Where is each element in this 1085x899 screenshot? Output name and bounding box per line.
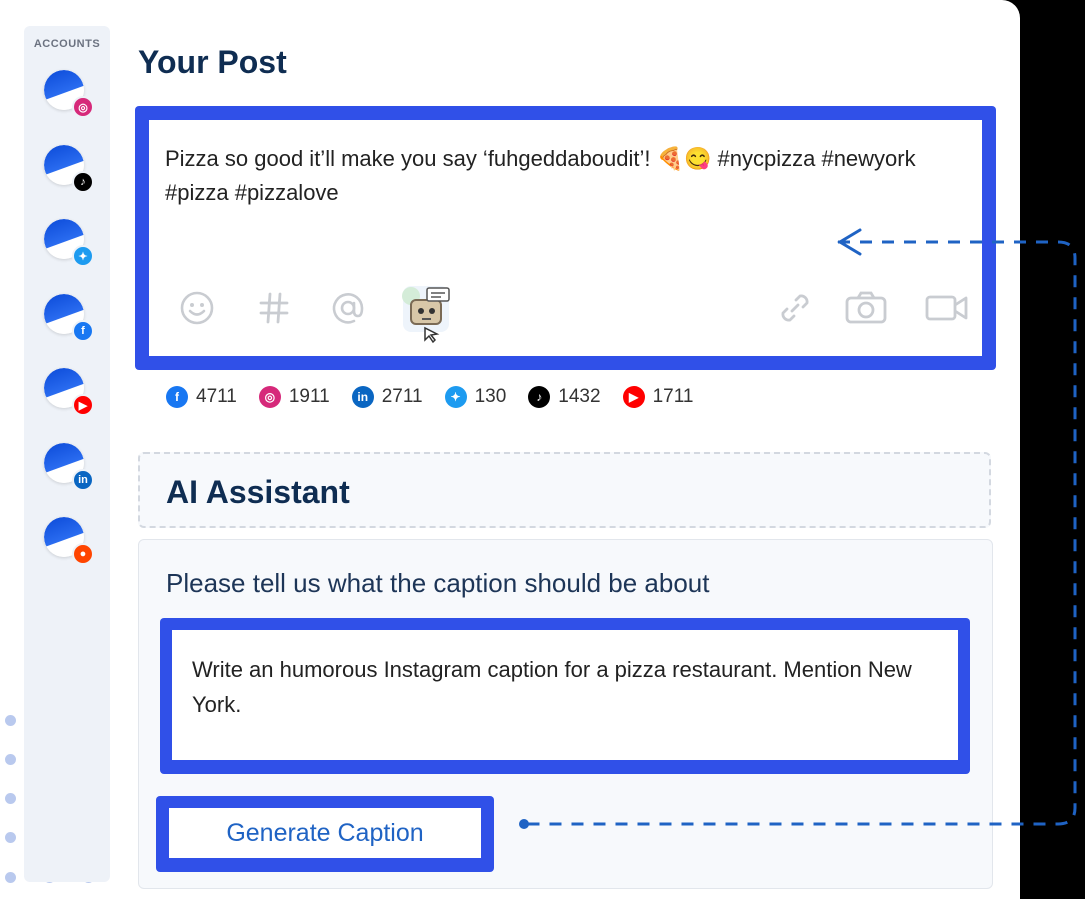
prompt-label: Please tell us what the caption should b… [166, 568, 710, 598]
reddit-icon: ● [72, 543, 94, 565]
count-youtube: ▶ 1711 [622, 386, 694, 408]
ai-robot-icon[interactable] [397, 278, 457, 344]
emoji-icon[interactable] [179, 290, 215, 326]
decorative-dot [5, 793, 16, 804]
composer-card: ACCOUNTS ◎ ♪ ✦ f ▶ in ● Your Post Pizza so goo… [0, 0, 1020, 899]
hashtag-icon[interactable] [256, 290, 292, 326]
twitter-icon: ✦ [72, 245, 94, 267]
account-tiktok[interactable]: ♪ [44, 144, 94, 193]
instagram-icon: ◎ [258, 386, 281, 408]
post-editor[interactable]: Pizza so good it’ll make you say ‘fuhged… [149, 120, 982, 356]
count-tiktok: ♪ 1432 [528, 386, 601, 408]
ai-assistant-title: AI Assistant [166, 474, 350, 510]
account-youtube[interactable]: ▶ [44, 368, 94, 416]
accounts-sidebar: ACCOUNTS ◎ ♪ ✦ f ▶ in ● [24, 26, 110, 882]
follower-counts: f 4711 ◎ 1911 in 2711 ✦ 130 ♪ 1432 ▶ 1711 [166, 384, 715, 410]
count-value: 130 [474, 386, 507, 407]
account-facebook[interactable]: f [44, 293, 94, 342]
link-icon[interactable] [777, 290, 813, 326]
decorative-dot [5, 872, 16, 883]
prompt-input[interactable]: Write an humorous Instagram caption for … [172, 630, 958, 760]
account-reddit[interactable]: ● [44, 517, 94, 565]
mention-icon[interactable] [330, 290, 366, 326]
ai-assistant-header: AI Assistant [138, 452, 991, 528]
count-value: 2711 [381, 386, 423, 407]
account-twitter[interactable]: ✦ [44, 219, 94, 267]
count-value: 1432 [558, 386, 601, 407]
linkedin-icon: in [351, 386, 374, 408]
count-value: 4711 [196, 386, 237, 407]
tiktok-icon: ♪ [528, 386, 551, 408]
decorative-dot [5, 754, 16, 765]
count-linkedin: in 2711 [351, 386, 423, 408]
facebook-icon: f [166, 386, 188, 408]
count-facebook: f 4711 [166, 386, 237, 408]
twitter-icon: ✦ [444, 386, 467, 408]
count-value: 1911 [288, 386, 330, 407]
linkedin-icon: in [72, 468, 94, 491]
account-instagram[interactable]: ◎ [44, 70, 94, 118]
camera-icon[interactable] [843, 290, 889, 326]
facebook-icon: f [72, 319, 94, 342]
generate-caption-button[interactable]: Generate Caption [156, 796, 494, 872]
count-value: 1711 [652, 386, 694, 407]
prompt-input-text[interactable]: Write an humorous Instagram caption for … [192, 652, 932, 722]
count-twitter: ✦ 130 [444, 386, 507, 408]
tiktok-icon: ♪ [72, 170, 94, 193]
youtube-icon: ▶ [72, 394, 94, 416]
post-text[interactable]: Pizza so good it’ll make you say ‘fuhged… [165, 142, 965, 210]
post-editor-frame: Pizza so good it’ll make you say ‘fuhged… [135, 106, 996, 370]
generate-caption-label[interactable]: Generate Caption [169, 808, 481, 858]
instagram-icon: ◎ [72, 96, 94, 118]
accounts-title: ACCOUNTS [33, 38, 101, 50]
decorative-dot [5, 715, 16, 726]
count-instagram: ◎ 1911 [258, 386, 330, 408]
post-title: Your Post [138, 44, 287, 80]
prompt-input-frame: Write an humorous Instagram caption for … [160, 618, 970, 774]
video-icon[interactable] [924, 290, 970, 326]
youtube-icon: ▶ [622, 386, 645, 408]
decorative-dot [5, 832, 16, 843]
account-linkedin[interactable]: in [44, 442, 94, 491]
